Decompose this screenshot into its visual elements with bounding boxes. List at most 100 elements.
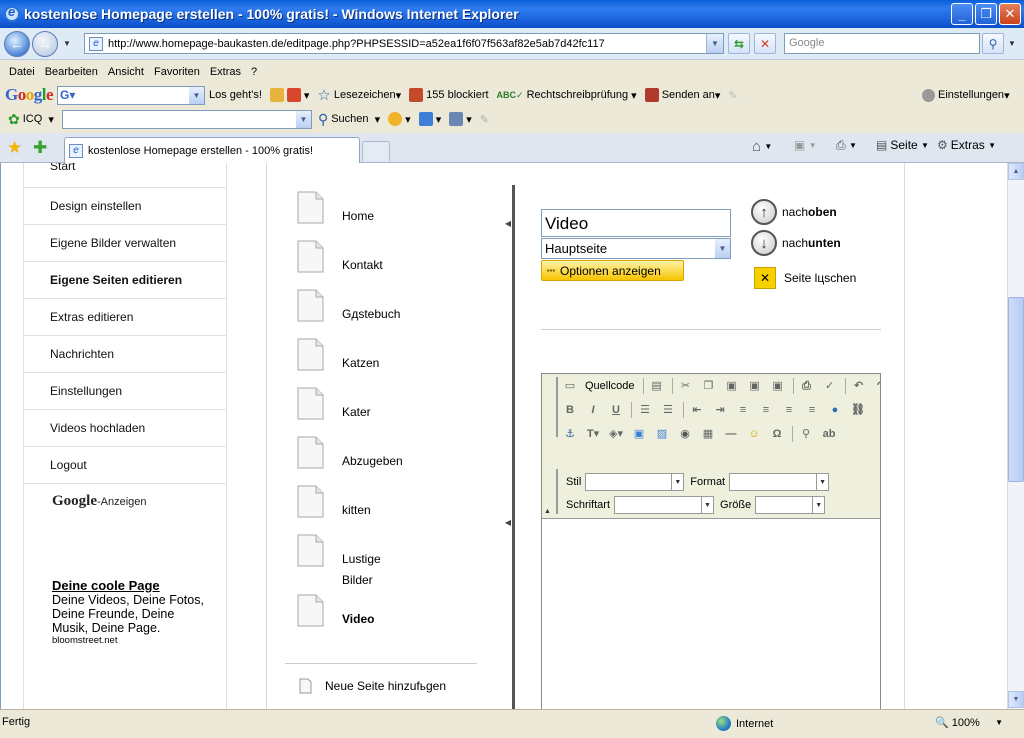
show-options-button[interactable]: ▪▪▪ Optionen anzeigen — [541, 260, 684, 281]
size-dropdown-icon[interactable]: ▼ — [812, 497, 824, 513]
page-title-input[interactable]: Video — [541, 209, 731, 237]
unlink-icon[interactable]: ⛓ — [850, 402, 866, 418]
cut-icon[interactable]: ✂ — [678, 378, 694, 394]
maximize-button[interactable]: ❐ — [975, 3, 997, 25]
checkmark-menu-button[interactable]: ▾ — [418, 112, 441, 126]
anchor-icon[interactable]: ⚓ — [562, 426, 578, 442]
editor-content-area[interactable] — [542, 520, 880, 709]
copy-icon[interactable]: ❐ — [701, 378, 717, 394]
extras-menu-button[interactable]: ⚙ Extras ▼ — [937, 138, 996, 152]
scroll-up-icon[interactable]: ▲ — [1008, 163, 1024, 180]
pen-icon[interactable]: ✎ — [480, 113, 489, 126]
size-select[interactable]: ▼ — [755, 496, 826, 514]
print-icon[interactable]: ⎙ — [799, 378, 815, 394]
icq-combo-dropdown-icon[interactable]: ▼ — [295, 110, 311, 128]
picture-icon[interactable]: ▨ — [654, 426, 670, 442]
spellcheck-button[interactable]: ABC✓ Rechtschreibprüfung ▾ — [497, 89, 637, 102]
sidebar-item-logout[interactable]: Logout — [24, 447, 226, 484]
google-go-button[interactable]: Los geht's! — [209, 89, 262, 101]
undo-icon[interactable]: ↶ — [851, 378, 867, 394]
page-menu-button[interactable]: ▤ Seite ▼ — [876, 138, 929, 152]
settings-button[interactable]: Einstellungen ▾ — [922, 88, 1010, 102]
scroll-down-icon[interactable]: ▼ — [1008, 691, 1024, 708]
find-icon[interactable]: ⚲ — [798, 426, 814, 442]
style-dropdown-icon[interactable]: ▼ — [671, 474, 683, 490]
font-select[interactable]: ▼ — [614, 496, 715, 514]
icq-search-button[interactable]: ⚲ Suchen ▾ — [318, 111, 380, 128]
menu-tools[interactable]: Extras — [210, 66, 241, 78]
indent-icon[interactable]: ⇥ — [712, 402, 728, 418]
parent-page-select[interactable]: Hauptseite ▼ — [541, 238, 731, 259]
bookmarks-button[interactable]: ☆ Lesezeichen ▾ — [317, 86, 401, 104]
smiley-menu-button[interactable]: ▾ — [388, 112, 411, 126]
sidebar-item-images[interactable]: Eigene Bilder verwalten — [24, 225, 226, 262]
page-list-item[interactable]: Gдstebuch — [297, 289, 400, 325]
flash-icon[interactable]: ◉ — [677, 426, 693, 442]
text-color-icon[interactable]: T▾ — [585, 426, 601, 442]
page-list-item[interactable]: Home — [297, 191, 374, 227]
print-button[interactable]: ⎙ ▼ — [836, 138, 857, 153]
search-input[interactable]: Google — [784, 33, 980, 54]
forward-button[interactable]: → — [32, 31, 58, 57]
style-select[interactable]: ▼ — [585, 473, 685, 491]
history-dropdown-icon[interactable]: ▼ — [63, 39, 71, 48]
background-color-icon[interactable]: ◈▾ — [608, 426, 624, 442]
add-favorite-icon[interactable]: ✚ — [33, 138, 47, 158]
page-list-item[interactable]: Abzugeben — [297, 436, 403, 472]
link-icon[interactable]: ● — [827, 402, 843, 418]
zoom-control[interactable]: 🔍 100% ▼ — [935, 716, 1003, 730]
favorites-star-icon[interactable]: ★ — [7, 138, 22, 158]
horizontal-rule-icon[interactable]: ― — [723, 426, 739, 442]
highlighter-icon[interactable]: ✎ — [728, 89, 737, 102]
google-extras-buttons[interactable]: ▾ — [269, 88, 309, 102]
page-list-item[interactable]: Kontakt — [297, 240, 383, 276]
page-list-item[interactable]: Kater — [297, 387, 371, 423]
back-button[interactable]: ← — [4, 31, 30, 57]
menu-file[interactable]: Datei — [9, 66, 35, 78]
ad-url[interactable]: bloomstreet.net — [52, 635, 212, 646]
sidebar-item-extras[interactable]: Extras editieren — [24, 299, 226, 336]
delete-page-button[interactable]: ✕ Seite lцschen — [754, 267, 856, 289]
minimize-button[interactable]: _ — [951, 3, 973, 25]
bold-icon[interactable]: B — [562, 402, 578, 418]
address-dropdown-icon[interactable]: ▼ — [706, 34, 723, 53]
popup-blocker-button[interactable]: 155 blockiert — [409, 88, 489, 102]
sidebar-item-settings[interactable]: Einstellungen — [24, 373, 226, 410]
page-list-item[interactable]: kitten — [297, 485, 371, 521]
justify-icon[interactable]: ≡ — [804, 402, 820, 418]
vertical-scrollbar[interactable]: ▲ ▼ — [1007, 163, 1024, 709]
icq-button[interactable]: ✿ ICQ ▾ — [8, 111, 54, 128]
scroll-thumb[interactable] — [1008, 297, 1024, 482]
window-title-bar[interactable]: kostenlose Homepage erstellen - 100% gra… — [0, 0, 1024, 28]
google-search-combo[interactable]: G▾ ▼ — [57, 85, 206, 105]
select-dropdown-icon[interactable]: ▼ — [715, 239, 730, 258]
address-field[interactable]: e http://www.homepage-baukasten.de/editp… — [84, 33, 724, 54]
font-dropdown-icon[interactable]: ▼ — [701, 497, 713, 513]
ad-title-link[interactable]: Deine coole Page — [52, 578, 212, 593]
align-right-icon[interactable]: ≡ — [781, 402, 797, 418]
new-page-icon[interactable]: ▤ — [649, 378, 665, 394]
sidebar-item-videos[interactable]: Videos hochladen — [24, 410, 226, 447]
add-new-page-link[interactable]: Neue Seite hinzufьgen — [299, 678, 446, 694]
smiley-icon[interactable]: ☺ — [746, 426, 762, 442]
paste-icon[interactable]: ▣ — [724, 378, 740, 394]
menu-edit[interactable]: Bearbeiten — [45, 66, 98, 78]
redo-icon[interactable]: ↷ — [874, 378, 880, 394]
refresh-button[interactable]: ⇆ — [728, 33, 750, 54]
search-options-dropdown-icon[interactable]: ▼ — [1008, 39, 1016, 48]
format-dropdown-icon[interactable]: ▼ — [816, 474, 828, 490]
close-window-button[interactable]: ✕ — [999, 3, 1021, 25]
tab-active[interactable]: e kostenlose Homepage erstellen - 100% g… — [64, 137, 360, 163]
sidebar-item-messages[interactable]: Nachrichten — [24, 336, 226, 373]
home-button[interactable]: ⌂ ▼ — [752, 138, 772, 155]
unordered-list-icon[interactable]: ☰ — [660, 402, 676, 418]
ordered-list-icon[interactable]: ☰ — [637, 402, 653, 418]
menu-view[interactable]: Ansicht — [108, 66, 144, 78]
user-menu-button[interactable]: ▾ — [449, 112, 472, 126]
paste-word-icon[interactable]: ▣ — [770, 378, 786, 394]
new-tab-button[interactable] — [362, 141, 390, 161]
move-up-button[interactable]: ↑ nach oben — [751, 199, 837, 225]
paste-text-icon[interactable]: ▣ — [747, 378, 763, 394]
replace-icon[interactable]: ab — [821, 426, 837, 442]
toolbar-collapse-icon[interactable]: ▲ — [544, 508, 551, 515]
